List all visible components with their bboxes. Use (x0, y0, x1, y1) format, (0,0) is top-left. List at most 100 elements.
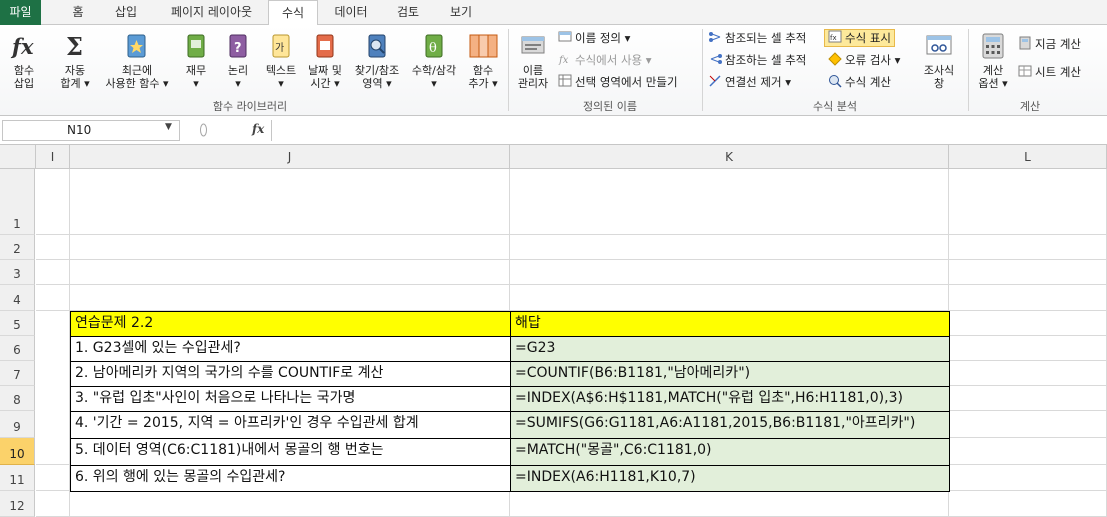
row-header-3[interactable]: 3 (0, 260, 35, 285)
tab-page-layout[interactable]: 페이지 레이아웃 (155, 0, 268, 25)
row-header-6[interactable]: 6 (0, 336, 35, 361)
exercise-title-cell[interactable]: 연습문제 2.2 (70, 311, 511, 337)
name-manager-button[interactable]: 이름 관리자 (512, 31, 554, 90)
empty-cell[interactable] (36, 311, 70, 465)
empty-cell[interactable] (36, 465, 70, 491)
empty-cell[interactable] (36, 285, 70, 311)
row-header-2[interactable]: 2 (0, 235, 35, 260)
select-all-corner[interactable] (0, 145, 36, 169)
empty-cell[interactable] (949, 411, 1107, 438)
empty-cell[interactable] (949, 169, 1107, 235)
name-box-dropdown-icon[interactable]: ▼ (165, 122, 172, 132)
answer-cell[interactable]: =MATCH("몽골",C6:C1181,0) (510, 438, 950, 466)
autosum-button[interactable]: Σ 자동 합계 ▾ (52, 31, 98, 90)
remove-arrows-button[interactable]: 연결선 제거 ▾ (708, 73, 791, 91)
empty-cell[interactable] (949, 336, 1107, 361)
column-header-l[interactable]: L (949, 145, 1107, 169)
empty-cell[interactable] (70, 491, 510, 517)
row-header-12[interactable]: 12 (0, 491, 35, 517)
empty-cell[interactable] (70, 235, 510, 260)
empty-cell[interactable] (36, 260, 70, 285)
empty-cell[interactable] (36, 169, 70, 235)
question-cell[interactable]: 2. 남아메리카 지역의 국가의 수를 COUNTIF로 계산 (70, 361, 511, 387)
row-header-1[interactable]: 1 (0, 169, 35, 235)
answer-cell[interactable]: =INDEX(A$6:H$1181,MATCH("유럽 입초",H6:H1181… (510, 386, 950, 412)
calculate-sheet-button[interactable]: 시트 계산 (1018, 63, 1081, 81)
recently-used-button[interactable]: 최근에 사용한 함수 ▾ (98, 31, 176, 90)
row-header-5[interactable]: 5 (0, 311, 35, 336)
tab-insert[interactable]: 삽입 (106, 0, 146, 25)
row-header-4[interactable]: 4 (0, 285, 35, 311)
answer-cell[interactable]: =G23 (510, 336, 950, 362)
more-functions-button[interactable]: 함수 추가 ▾ (462, 31, 504, 90)
question-cell[interactable]: 4. '기간 = 2015, 지역 = 아프리카'인 경우 수입관세 합계 (70, 411, 511, 439)
row-header-9[interactable]: 9 (0, 411, 35, 438)
empty-cell[interactable] (510, 491, 949, 517)
calendar-book-icon (316, 34, 334, 58)
text-button[interactable]: 가 텍스트 ▾ (260, 31, 302, 90)
define-name-button[interactable]: 이름 정의 ▾ (558, 29, 630, 47)
answer-cell[interactable]: =COUNTIF(B6:B1181,"남아메리카") (510, 361, 950, 387)
empty-cell[interactable] (510, 169, 949, 235)
question-cell[interactable]: 1. G23셀에 있는 수입관세? (70, 336, 511, 362)
tab-review[interactable]: 검토 (385, 0, 431, 25)
empty-cell[interactable] (949, 361, 1107, 386)
empty-cell[interactable] (36, 235, 70, 260)
math-trig-button[interactable]: θ 수학/삼각 ▾ (406, 31, 462, 90)
empty-cell[interactable] (510, 285, 949, 311)
row-header-10[interactable]: 10 (0, 438, 35, 465)
insert-function-button[interactable]: fx 함수 삽입 (4, 31, 44, 90)
column-header-j[interactable]: J (70, 145, 510, 169)
empty-cell[interactable] (70, 285, 510, 311)
question-cell[interactable]: 6. 위의 행에 있는 몽골의 수입관세? (70, 465, 511, 492)
answer-header-cell[interactable]: 해답 (510, 311, 950, 337)
error-checking-button[interactable]: 오류 검사 ▾ (828, 51, 900, 69)
question-cell[interactable]: 5. 데이터 영역(C6:C1181)내에서 몽골의 행 번호는 (70, 438, 511, 466)
calculate-now-button[interactable]: 지금 계산 (1018, 35, 1081, 53)
evaluate-formula-button[interactable]: 수식 계산 (828, 73, 891, 91)
tab-data[interactable]: 데이터 (324, 0, 378, 25)
show-formulas-button[interactable]: fx 수식 표시 (824, 29, 895, 47)
watch-window-button[interactable]: 조사식 창 (916, 31, 962, 90)
empty-cell[interactable] (949, 285, 1107, 311)
empty-cell[interactable] (510, 260, 949, 285)
row-header-11[interactable]: 11 (0, 465, 35, 491)
tab-view[interactable]: 보기 (438, 0, 484, 25)
tab-formulas[interactable]: 수식 (268, 0, 318, 26)
tab-home[interactable]: 홈 (58, 0, 98, 25)
empty-cell[interactable] (949, 465, 1107, 491)
logical-button[interactable]: ? 논리 ▾ (220, 31, 256, 90)
empty-cell[interactable] (949, 438, 1107, 465)
use-in-formula-button[interactable]: fx 수식에서 사용 ▾ (558, 51, 652, 69)
tab-file[interactable]: 파일 (0, 0, 41, 25)
logical-label: 논리 ▾ (227, 64, 249, 90)
formula-input[interactable] (271, 120, 1107, 141)
empty-cell[interactable] (949, 386, 1107, 411)
empty-cell[interactable] (949, 260, 1107, 285)
name-box[interactable]: N10 (2, 120, 180, 141)
empty-cell[interactable] (70, 169, 510, 235)
create-from-selection-button[interactable]: 선택 영역에서 만들기 (558, 73, 678, 91)
empty-cell[interactable] (949, 235, 1107, 260)
empty-cell[interactable] (949, 311, 1107, 336)
answer-cell[interactable]: =INDEX(A6:H1181,K10,7) (510, 465, 950, 492)
trace-precedents-button[interactable]: 참조되는 셀 추적 (708, 29, 806, 47)
column-header-k[interactable]: K (510, 145, 949, 169)
lookup-reference-button[interactable]: 찾기/참조 영역 ▾ (348, 31, 406, 90)
trace-dependents-button[interactable]: 참조하는 셀 추적 (708, 51, 806, 69)
insert-function-fx-icon[interactable]: fx (252, 122, 264, 136)
column-header-i[interactable]: I (36, 145, 70, 169)
financial-button[interactable]: 재무 ▾ (178, 31, 214, 90)
calculation-options-button[interactable]: 계산 옵션 ▾ (972, 31, 1014, 90)
empty-cell[interactable] (510, 235, 949, 260)
row-header-7[interactable]: 7 (0, 361, 35, 386)
date-time-button[interactable]: 날짜 및 시간 ▾ (302, 31, 348, 90)
empty-cell[interactable] (70, 260, 510, 285)
question-cell[interactable]: 3. "유럽 입초"사인이 처음으로 나타나는 국가명 (70, 386, 511, 412)
empty-cell[interactable] (949, 491, 1107, 517)
empty-cell[interactable] (36, 491, 70, 517)
row-header-8[interactable]: 8 (0, 386, 35, 411)
remove-arrows-icon (708, 74, 723, 88)
answer-cell[interactable]: =SUMIFS(G6:G1181,A6:A1181,2015,B6:B1181,… (510, 411, 950, 439)
recently-used-label: 최근에 사용한 함수 ▾ (105, 64, 169, 90)
